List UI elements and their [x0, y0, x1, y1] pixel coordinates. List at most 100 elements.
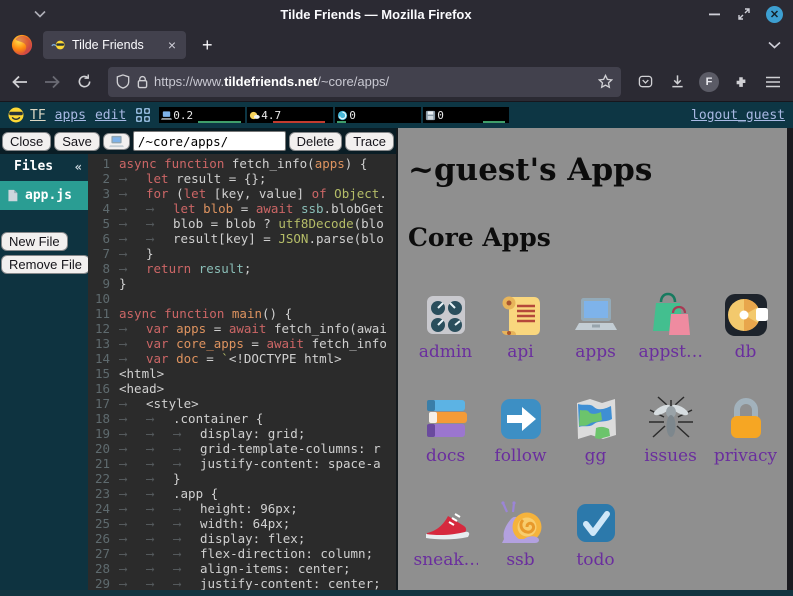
code-line: 18⟶⟶.container { — [88, 411, 396, 426]
app-label[interactable]: ssb — [506, 550, 534, 570]
file-icon — [6, 189, 19, 202]
remove-file-button[interactable]: Remove File — [1, 255, 90, 274]
tf-apps-link[interactable]: apps — [55, 108, 86, 123]
close-button[interactable]: ✕ — [766, 6, 783, 23]
logout-link[interactable]: logout_guest — [691, 108, 785, 123]
forward-button[interactable] — [38, 68, 66, 96]
code-editor[interactable]: 1async function fetch_info(apps) {2⟶let … — [88, 154, 396, 596]
account-avatar[interactable]: F — [695, 68, 723, 96]
app-sneak[interactable]: sneak… — [414, 486, 478, 582]
tab-list-chevron-icon[interactable] — [768, 41, 781, 49]
app-todo[interactable]: todo — [564, 486, 628, 582]
gauge-value: 0 — [437, 109, 444, 122]
back-button[interactable] — [6, 68, 34, 96]
delete-button[interactable]: Delete — [289, 132, 343, 151]
app-label[interactable]: admin — [419, 342, 473, 362]
apps-grid-icon[interactable] — [135, 107, 151, 123]
code-line: 20⟶⟶⟶grid-template-columns: r — [88, 441, 396, 456]
app-follow[interactable]: follow — [489, 382, 553, 478]
app-label[interactable]: api — [507, 342, 533, 362]
titlebar: Tilde Friends — Mozilla Firefox ✕ — [0, 0, 793, 28]
app-issues[interactable]: issues — [639, 382, 703, 478]
page-title: ~guest's Apps — [408, 152, 783, 188]
app-db[interactable]: db — [714, 278, 778, 374]
app-label[interactable]: apps — [575, 342, 616, 362]
menu-hamburger-icon[interactable] — [759, 68, 787, 96]
trace-button[interactable]: Trace — [345, 132, 394, 151]
app-page: ~guest's Apps Core Apps adminapiappsapps… — [398, 128, 793, 596]
window-title: Tilde Friends — Mozilla Firefox — [46, 7, 706, 22]
collapse-sidebar-icon[interactable]: « — [75, 160, 82, 174]
code-line: 11async function main() { — [88, 306, 396, 321]
app-label[interactable]: privacy — [714, 446, 777, 466]
app-privacy[interactable]: privacy — [714, 382, 778, 478]
url-bar[interactable]: https://www.tildefriends.net/~core/apps/ — [108, 67, 621, 97]
cyclone-mini-icon — [337, 110, 348, 121]
app-gg[interactable]: gg — [564, 382, 628, 478]
close-file-button[interactable]: Close — [2, 132, 51, 151]
apps-grid: admin api apps appst… db docs follow gg issues pr… — [408, 278, 783, 582]
code-line: 7⟶} — [88, 246, 396, 261]
file-item-app-js[interactable]: app.js — [0, 181, 88, 210]
arrow-right-icon — [497, 395, 545, 443]
app-label[interactable]: appst… — [639, 342, 703, 362]
files-sidebar: Files « app.js New File Remove File — [0, 154, 88, 596]
snail-icon — [497, 499, 545, 547]
code-line: 25⟶⟶⟶width: 64px; — [88, 516, 396, 531]
shield-icon[interactable] — [116, 74, 130, 89]
minimize-button[interactable] — [706, 6, 722, 22]
pocket-icon[interactable] — [631, 68, 659, 96]
tab-close-icon[interactable]: × — [166, 37, 178, 53]
code-line: 19⟶⟶⟶display: grid; — [88, 426, 396, 441]
app-api[interactable]: api — [489, 278, 553, 374]
app-label[interactable]: issues — [644, 446, 697, 466]
window-menu-chevron-icon[interactable] — [34, 10, 46, 18]
extensions-icon[interactable] — [727, 68, 755, 96]
app-label[interactable]: docs — [426, 446, 465, 466]
gauge-4[interactable]: 0 — [423, 107, 509, 123]
gauge-2[interactable]: 4.7 — [247, 107, 333, 123]
save-button[interactable]: Save — [54, 132, 100, 151]
code-line: 23⟶⟶.app { — [88, 486, 396, 501]
run-app-button[interactable] — [103, 133, 130, 150]
new-tab-button[interactable]: + — [196, 35, 219, 56]
restore-button[interactable] — [736, 6, 752, 22]
editor-pane: Close Save Delete Trace Files « — [0, 128, 398, 596]
tf-edit-link[interactable]: edit — [95, 108, 126, 123]
app-label[interactable]: follow — [494, 446, 546, 466]
editor-toolbar: Close Save Delete Trace — [0, 128, 396, 154]
code-line: 12⟶var apps = await fetch_info(awai — [88, 321, 396, 336]
code-line: 8⟶return result; — [88, 261, 396, 276]
app-admin[interactable]: admin — [414, 278, 478, 374]
app-label[interactable]: sneak… — [414, 550, 478, 570]
tab-tilde-friends[interactable]: Tilde Friends × — [43, 31, 186, 59]
floppy-mini-icon — [425, 110, 436, 121]
app-label[interactable]: db — [735, 342, 757, 362]
reload-button[interactable] — [70, 68, 98, 96]
downloads-icon[interactable] — [663, 68, 691, 96]
gauge-value: 0.2 — [173, 109, 193, 122]
app-label[interactable]: gg — [585, 446, 607, 466]
scrollbar[interactable] — [787, 128, 793, 596]
tab-strip: Tilde Friends × + — [0, 28, 793, 62]
app-apps[interactable]: apps — [564, 278, 628, 374]
tf-home-link[interactable]: TF — [30, 108, 46, 123]
bookmark-star-icon[interactable] — [598, 74, 613, 89]
shopping-bags-icon — [647, 291, 695, 339]
check-icon — [572, 499, 620, 547]
gauge-3[interactable]: 0 — [335, 107, 421, 123]
code-line: 2⟶let result = {}; — [88, 171, 396, 186]
app-ssb[interactable]: ssb — [489, 486, 553, 582]
sun-mini-icon — [249, 110, 260, 121]
app-path-input[interactable] — [133, 131, 286, 151]
app-appst[interactable]: appst… — [639, 278, 703, 374]
code-line: 24⟶⟶⟶height: 96px; — [88, 501, 396, 516]
gauge-value: 0 — [349, 109, 356, 122]
code-line: 26⟶⟶⟶display: flex; — [88, 531, 396, 546]
app-docs[interactable]: docs — [414, 382, 478, 478]
gauge-1[interactable]: 0.2 — [159, 107, 245, 123]
app-label[interactable]: todo — [576, 550, 614, 570]
lock-icon[interactable] — [137, 75, 148, 89]
browser-window: Tilde Friends — Mozilla Firefox ✕ — [0, 0, 793, 596]
new-file-button[interactable]: New File — [1, 232, 68, 251]
